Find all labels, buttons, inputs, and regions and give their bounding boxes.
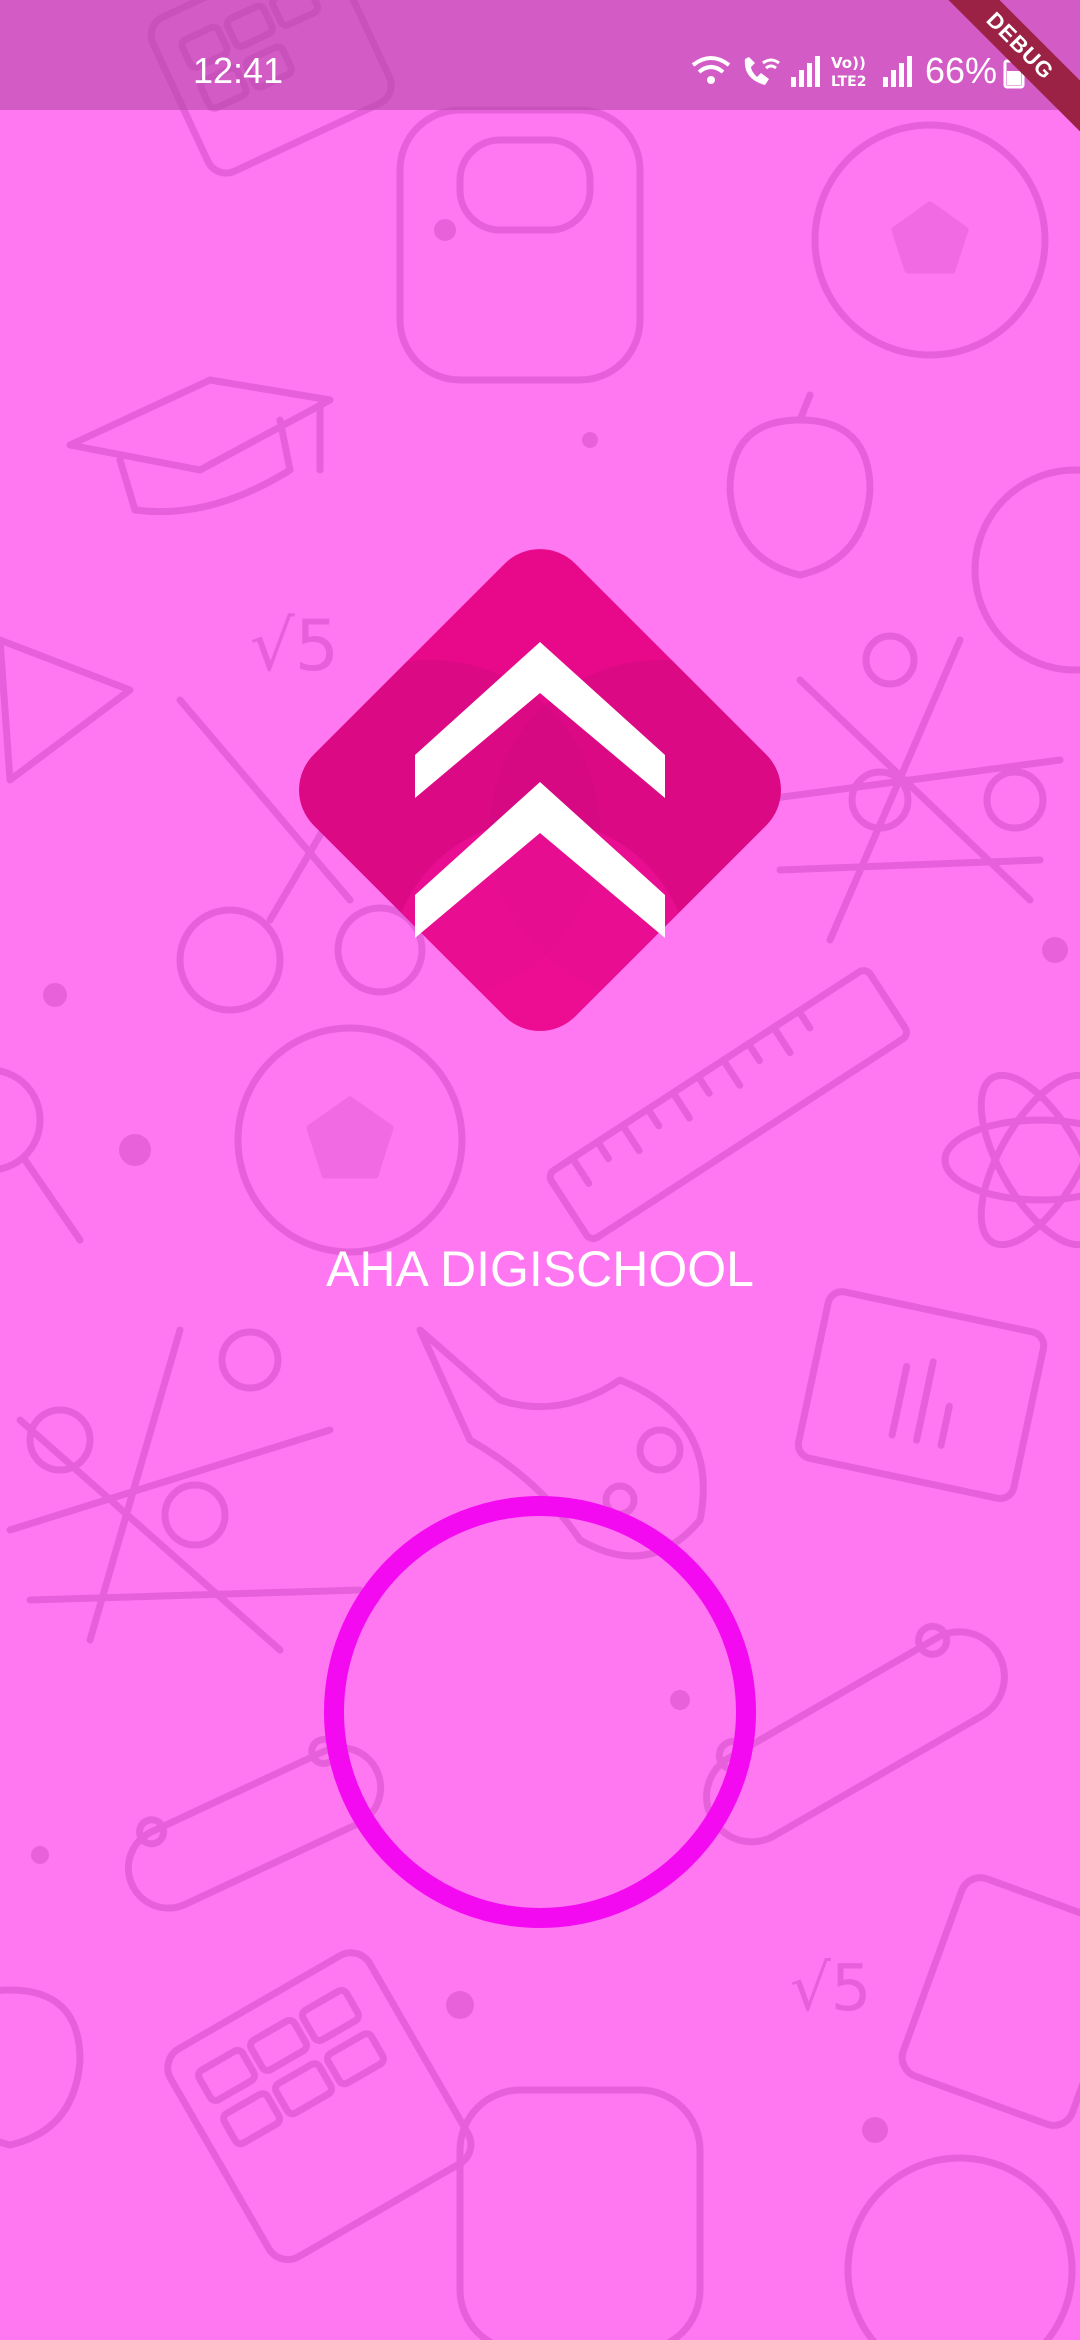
atom-doodle: [941, 1071, 1080, 1249]
calculator-doodle: [898, 1874, 1080, 2129]
status-time: 12:41: [193, 50, 284, 91]
graduation-cap-doodle: [66, 376, 334, 516]
volte-lte2-icon: Vo)) LTE2: [831, 54, 866, 89]
soccer-ball-doodle: [844, 2154, 1076, 2340]
svg-text:Vo)): Vo)): [831, 54, 866, 72]
signal-icon: [882, 56, 912, 87]
paper-plane-doodle: [0, 636, 134, 784]
alarm-clock-doodle: [971, 466, 1080, 674]
svg-text:LTE2: LTE2: [831, 74, 866, 89]
status-bar: 12:41 Vo)) LTE2 66%: [0, 0, 1080, 110]
backpack-doodle: [456, 2086, 704, 2340]
calculator-doodle: [164, 1949, 475, 2264]
wifi-calling-icon: [744, 57, 780, 85]
apple-doodle: [0, 1986, 84, 2149]
tic-tac-toe-doodle: [756, 632, 1064, 944]
chevron-up-logo-icon: [280, 549, 800, 1050]
wifi-icon: [691, 56, 731, 84]
app-title: AHA DIGISCHOOL: [326, 1241, 754, 1297]
loading-spinner: [324, 1496, 756, 1928]
battery-percentage: 66%: [924, 50, 997, 91]
status-icons: Vo)) LTE2 66%: [689, 50, 1025, 92]
magnifier-doodle: [0, 1067, 44, 1173]
signal-icon: [790, 56, 820, 87]
backpack-doodle: [396, 106, 644, 384]
notebook-doodle: [794, 1288, 1048, 1503]
school-doodle-background: √5 √5: [0, 0, 1080, 2340]
svg-text:√5: √5: [790, 1952, 872, 2026]
tic-tac-toe-doodle: [6, 1326, 364, 1654]
